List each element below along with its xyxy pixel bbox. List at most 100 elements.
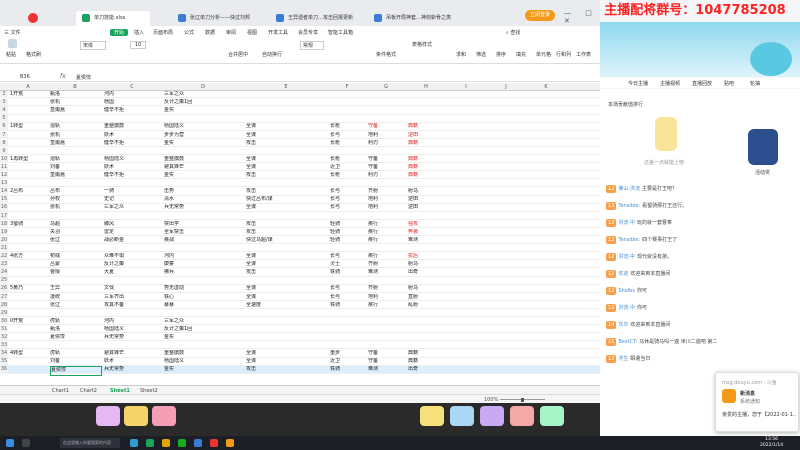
cell-c20[interactable]: 战必断金 [104,237,162,244]
cell-h11[interactable]: 典籍 [408,164,446,171]
row-number[interactable]: 25 [0,277,8,285]
row-number[interactable]: 10 [0,155,8,164]
cell-e16[interactable]: 全谋 [246,204,328,211]
cell-f35[interactable]: 近卫 [330,358,366,365]
row-number[interactable]: 29 [0,309,8,318]
row-number[interactable]: 4 [0,107,8,115]
cell-d35[interactable]: 杨国陆义 [164,358,244,365]
game-icon[interactable] [210,439,218,447]
formula-input[interactable]: 夏侯惇 [76,74,91,81]
cell-g14[interactable]: 齐射 [368,188,406,195]
excel-icon[interactable] [146,439,154,447]
cell-a22[interactable]: 4张方 [10,253,48,260]
cell-d32[interactable]: 金实 [164,334,244,341]
cell-b3[interactable]: 张机 [50,99,102,106]
cell-f6[interactable]: 长枪 [330,123,366,130]
row-col-button[interactable]: 行和列 [556,51,571,58]
cell-e8[interactable]: 攻击 [246,140,328,147]
column-header-f[interactable]: F [328,84,366,90]
row-number[interactable]: 32 [0,334,8,342]
cell-d27[interactable]: 铁心 [164,294,244,301]
cell-c7[interactable]: 妖术 [104,132,162,139]
cell-d10[interactable]: 重整旗鼓 [164,156,244,163]
cell-h19[interactable]: 奔袭 [408,229,446,236]
menu-member[interactable]: 会员专享 [298,29,318,36]
cell-d26[interactable]: 势无虚动 [164,285,244,292]
row-number[interactable]: 36 [0,366,8,374]
search-icon[interactable] [22,439,30,447]
cell-a2[interactable]: 1开荒 [10,91,48,98]
cell-e34[interactable]: 全谋 [246,350,328,357]
cell-g27[interactable]: 地利 [368,294,406,301]
table-style-button[interactable]: 表格样式 [412,41,432,48]
cell-h10[interactable]: 典籍 [408,156,446,163]
fx-icon[interactable]: fx [60,73,66,80]
gift-icon[interactable] [96,406,120,426]
cell-e10[interactable]: 全谋 [246,156,328,163]
row-number[interactable]: 19 [0,228,8,237]
cell-d16[interactable]: 兵无常势 [164,204,244,211]
cell-g11[interactable]: 守备 [368,164,406,171]
cell-b6[interactable]: 混轨 [50,123,102,130]
menu-page-layout[interactable]: 页面布局 [153,29,173,36]
font-select[interactable]: 宋体 [80,41,107,50]
cell-g18[interactable]: 疾行 [368,221,406,228]
cell-e24[interactable]: 攻击 [246,269,328,276]
cell-g19[interactable]: 疾行 [368,229,406,236]
cell-g24[interactable]: 难测 [368,269,406,276]
qq-icon[interactable] [194,439,202,447]
cell-g7[interactable]: 地利 [368,132,406,139]
cell-h23[interactable]: 射马 [408,261,446,268]
tab-replay[interactable]: 直播回放 [692,80,712,87]
menu-start[interactable]: 开始 [110,29,129,36]
menu-developer[interactable]: 开发工具 [268,29,288,36]
cell-e20[interactable]: 快过马超/谋 [246,237,328,244]
row-number[interactable]: 35 [0,358,8,366]
chat-username[interactable]: 洪流·中 [618,254,635,260]
cell-d18[interactable]: 突出学 [164,221,244,228]
worksheet-button[interactable]: 工作表 [576,51,591,58]
cell-b31[interactable]: 甄洛 [50,326,102,333]
cell-e12[interactable]: 攻击 [246,172,328,179]
cell-c31[interactable]: 杨国陆义 [104,326,162,333]
cell-a18[interactable]: 3蜀骑 [10,221,48,228]
row-number[interactable]: 33 [0,342,8,350]
number-format-select[interactable]: 常规 [300,41,325,50]
folder-icon[interactable] [162,439,170,447]
cell-f36[interactable]: 铁骑 [330,366,366,373]
search-field[interactable]: ⌕ 查找 [506,29,520,36]
cell-f27[interactable]: 长弓 [330,294,366,301]
cell-d6[interactable]: 杨国陆义 [164,123,244,130]
column-header-k[interactable]: K [526,84,566,90]
cell-d12[interactable]: 金实 [164,172,244,179]
menu-smart-tools[interactable]: 智能工具箱 [328,29,353,36]
sum-button[interactable]: 求和 [456,51,466,58]
cell-h16[interactable]: 逆田 [408,204,446,211]
format-painter-label[interactable]: 格式刷 [26,51,41,58]
cell-c6[interactable]: 重整旗鼓 [104,123,162,130]
event-badge-icon[interactable] [748,129,778,165]
cell-f15[interactable]: 长弓 [330,196,366,203]
row-number[interactable]: 17 [0,212,8,220]
cell-f23[interactable]: 灵士 [330,261,366,268]
cell-b20[interactable]: 张辽 [50,237,102,244]
cell-f11[interactable]: 近卫 [330,164,366,171]
cell-h12[interactable]: 典籍 [408,172,446,179]
conditional-format-button[interactable]: 条件格式 [376,51,396,58]
cell-a10[interactable]: 1再转型 [10,156,48,163]
cell-b11[interactable]: 刘备 [50,164,102,171]
cell-f22[interactable]: 长弓 [330,253,366,260]
cell-b30[interactable]: 虎轨 [50,318,102,325]
cell-g16[interactable]: 地利 [368,204,406,211]
menu-formula[interactable]: 公式 [184,29,194,36]
cell-e15[interactable]: 快过吕布/谋 [246,196,328,203]
name-box[interactable]: B36 [20,74,30,80]
cell-b10[interactable]: 混轨 [50,156,102,163]
row-number[interactable]: 15 [0,196,8,204]
cell-c34[interactable]: 避其锋芒 [104,350,162,357]
cell-g15[interactable]: 地利 [368,196,406,203]
chat-username[interactable]: 灰灰 [618,322,628,328]
fill-button[interactable]: 填充 [516,51,526,58]
cell-h18[interactable]: 强攻 [408,221,446,228]
cell-d23[interactable]: 康宴 [164,261,244,268]
